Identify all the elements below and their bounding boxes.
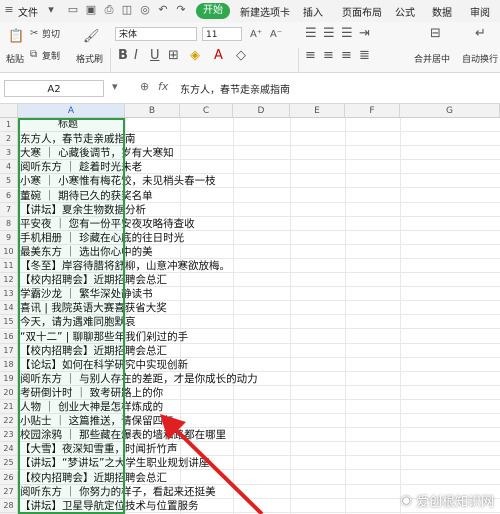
- ribbon: 📋 粘贴 ✂ 剪切 ⧉ 复制 🖌 格式刷 宋体 11 A⁺ A⁻ B I U ⊞…: [0, 22, 500, 88]
- bold-icon[interactable]: B: [118, 49, 128, 63]
- merge-center-icon[interactable]: ⊟: [430, 27, 441, 41]
- dropdown-icon[interactable]: ▾: [44, 3, 58, 17]
- redo-icon[interactable]: ↷: [174, 3, 188, 17]
- font-name-select[interactable]: 宋体: [115, 27, 197, 41]
- formula-bar: A2 ▾ ⊕ fx 东方人，春节走亲戚指南: [0, 73, 500, 104]
- align-center-icon[interactable]: ≡: [323, 49, 334, 63]
- copy-button[interactable]: 复制: [42, 49, 60, 62]
- file-menu[interactable]: 文件: [18, 4, 38, 19]
- indent-icon[interactable]: ⇥: [359, 27, 370, 41]
- save-icon[interactable]: ▣: [84, 3, 98, 17]
- paste-icon[interactable]: 📋: [8, 30, 24, 44]
- align-top-icon[interactable]: ☰: [305, 27, 317, 41]
- dropdown-icon[interactable]: ▾: [112, 80, 118, 93]
- open-icon[interactable]: ▭: [66, 3, 80, 17]
- spreadsheet-grid[interactable]: A B C D E F G 1 标题 2 东方人，春节走亲戚指南 3 大寒 ｜ 心藏後调节，岁有大寒知 4…: [0, 104, 500, 514]
- start-tab[interactable]: 开始: [196, 3, 230, 19]
- watermark-logo-icon: ◉: [400, 493, 412, 508]
- justify-icon[interactable]: ≣: [359, 49, 370, 63]
- paste-button[interactable]: 粘贴: [6, 52, 24, 65]
- menu-icon[interactable]: ≡: [2, 3, 16, 17]
- font-size-select[interactable]: 11: [202, 27, 242, 41]
- tab-page-layout[interactable]: 页面布局: [342, 4, 382, 19]
- function-icon[interactable]: fx: [158, 80, 168, 93]
- print-icon[interactable]: ⎙: [102, 3, 116, 17]
- menu-bar: ≡ 文件 ▾ ▭ ▣ ⎙ ◫ ◎ ↶ ↷ 开始 新建选项卡 插入 页面布局 公式…: [0, 0, 500, 23]
- watermark-text: 爱创根知识网: [415, 495, 494, 510]
- wrap-text-icon[interactable]: ↵: [475, 27, 486, 41]
- clear-format-icon[interactable]: ◇: [236, 49, 246, 63]
- formula-content[interactable]: 东方人，春节走亲戚指南: [180, 81, 290, 96]
- tab-new[interactable]: 新建选项卡: [240, 4, 290, 19]
- align-middle-icon[interactable]: ☰: [323, 27, 335, 41]
- shrink-font-icon[interactable]: A⁻: [270, 28, 282, 42]
- grow-font-icon[interactable]: A⁺: [250, 28, 262, 42]
- align-bottom-icon[interactable]: ☰: [341, 27, 353, 41]
- cut-button[interactable]: 剪切: [42, 27, 60, 40]
- tab-insert[interactable]: 插入: [303, 4, 323, 19]
- search-doc-icon[interactable]: ◎: [138, 3, 152, 17]
- arrow-annotation: [160, 414, 264, 514]
- align-right-icon[interactable]: ≡: [341, 49, 352, 63]
- zoom-icon[interactable]: ⊕: [140, 80, 149, 93]
- tab-formula[interactable]: 公式: [395, 4, 415, 19]
- italic-icon[interactable]: I: [134, 49, 138, 63]
- arrow-shaft: [166, 420, 264, 514]
- border-icon[interactable]: ⊞: [168, 49, 179, 63]
- merge-center-button[interactable]: 合并居中: [414, 52, 450, 65]
- fill-color-icon[interactable]: ◈: [190, 49, 200, 63]
- watermark: ◉ 爱创根知识网: [401, 491, 494, 510]
- format-painter-icon[interactable]: 🖌: [83, 30, 100, 44]
- font-color-icon[interactable]: A: [214, 49, 223, 63]
- undo-icon[interactable]: ↶: [156, 3, 170, 17]
- format-painter-button[interactable]: 格式刷: [76, 52, 103, 65]
- name-box[interactable]: A2: [4, 80, 104, 97]
- align-left-icon[interactable]: ≡: [305, 49, 316, 63]
- tab-review[interactable]: 审阅: [470, 4, 490, 19]
- print-preview-icon[interactable]: ◫: [120, 3, 134, 17]
- wrap-text-button[interactable]: 自动换行: [462, 52, 498, 65]
- underline-icon[interactable]: U: [150, 49, 160, 63]
- cut-icon[interactable]: ✂: [30, 27, 38, 41]
- tab-data[interactable]: 数据: [432, 4, 452, 19]
- copy-icon[interactable]: ⧉: [30, 48, 37, 62]
